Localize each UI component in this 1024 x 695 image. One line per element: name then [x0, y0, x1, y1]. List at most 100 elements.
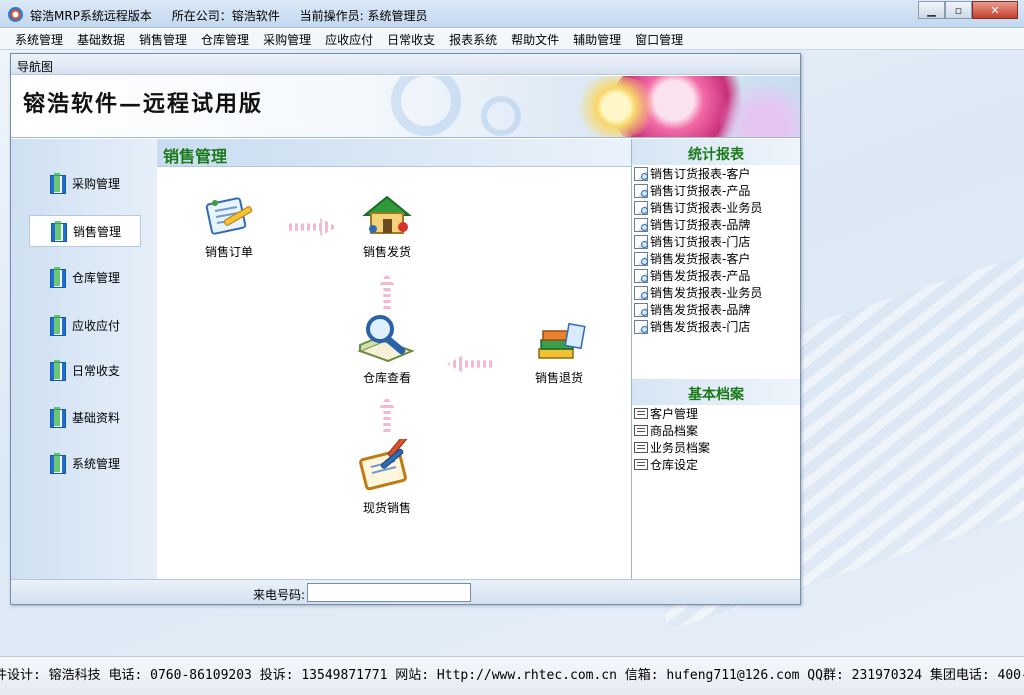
title-bar: 镕浩MRP系统远程版本 所在公司：镕浩软件 当前操作员: 系统管理员 ▁ ▫ ✕	[0, 0, 1024, 28]
flow-warehouse-view[interactable]: 仓库查看	[342, 311, 432, 386]
nav-item-basic-data[interactable]: 基础资料	[29, 401, 141, 433]
menu-window[interactable]: 窗口管理	[628, 31, 690, 48]
report-item-label: 销售发货报表-业务员	[650, 286, 763, 300]
house-delivery-icon	[362, 195, 412, 234]
report-search-icon	[634, 285, 648, 300]
module-icon	[50, 221, 67, 242]
nav-item-system[interactable]: 系统管理	[29, 447, 141, 479]
report-item-label: 销售发货报表-客户	[650, 252, 751, 266]
caller-id-label: 来电号码:	[253, 588, 306, 602]
flow-spot-sales[interactable]: 现货销售	[342, 439, 432, 516]
module-icon	[49, 267, 66, 288]
nav-item-warehouse[interactable]: 仓库管理	[29, 261, 141, 293]
nav-item-daily-finance[interactable]: 日常收支	[29, 354, 141, 386]
minimize-icon[interactable]: ▁	[918, 1, 945, 19]
menu-daily-finance[interactable]: 日常收支	[380, 31, 442, 48]
title-app-name: 镕浩MRP系统远程版本	[30, 9, 152, 23]
sales-flow-panel: 销售管理 销售订单 销售发货 仓库查看 销售退货 现货销售	[157, 139, 631, 579]
nav-item-receivable[interactable]: 应收应付	[29, 309, 141, 341]
menu-system[interactable]: 系统管理	[8, 31, 70, 48]
window-controls: ▁ ▫ ✕	[918, 1, 1018, 19]
comment-icon	[634, 442, 648, 453]
report-search-icon	[634, 217, 648, 232]
flow-sales-return[interactable]: 销售退货	[514, 321, 604, 386]
menu-reports[interactable]: 报表系统	[442, 31, 504, 48]
module-icon	[49, 453, 66, 474]
basic-item[interactable]: 客户管理	[634, 405, 800, 422]
report-item-label: 销售发货报表-门店	[650, 320, 751, 334]
status-marquee-text: 件设计: 镕浩科技 电话: 0760-86109203 投诉: 13549871…	[0, 668, 1024, 683]
navigation-window: 导航图 镕浩软件—远程试用版 采购管理 销售管理 仓库管理 应收应付 日常收支	[10, 53, 801, 605]
nav-item-label: 应收应付	[72, 318, 121, 333]
close-icon[interactable]: ✕	[972, 1, 1018, 19]
navigation-window-title: 导航图	[11, 54, 800, 75]
report-item-label: 销售发货报表-品牌	[650, 303, 751, 317]
report-item-label: 销售发货报表-产品	[650, 269, 751, 283]
basic-item[interactable]: 业务员档案	[634, 439, 800, 456]
basic-list: 客户管理 商品档案 业务员档案 仓库设定	[632, 405, 800, 473]
nav-item-purchase[interactable]: 采购管理	[29, 167, 141, 199]
report-search-icon	[634, 268, 648, 283]
menu-purchase[interactable]: 采购管理	[256, 31, 318, 48]
report-search-icon	[634, 302, 648, 317]
app-logo-icon	[8, 7, 23, 22]
maximize-icon[interactable]: ▫	[945, 1, 972, 19]
menu-sales[interactable]: 销售管理	[132, 31, 194, 48]
flow-label: 销售发货	[362, 245, 411, 259]
banner-flower-decoration	[571, 76, 661, 137]
nav-item-label: 销售管理	[73, 224, 122, 239]
menu-receivable-payable[interactable]: 应收应付	[318, 31, 380, 48]
right-panel: 统计报表 销售订货报表-客户 销售订货报表-产品 销售订货报表-业务员 销售订货…	[631, 139, 800, 579]
basic-item[interactable]: 仓库设定	[634, 456, 800, 473]
report-item[interactable]: 销售发货报表-产品	[634, 267, 800, 284]
menu-basic-data[interactable]: 基础数据	[70, 31, 132, 48]
flow-label: 销售订单	[204, 245, 253, 259]
report-search-icon	[634, 200, 648, 215]
report-item-label: 销售订货报表-品牌	[650, 218, 751, 232]
title-company: 所在公司：镕浩软件	[171, 9, 280, 23]
nav-item-label: 日常收支	[72, 363, 121, 378]
flow-label: 仓库查看	[362, 371, 411, 385]
flow-arrow-up	[378, 396, 396, 432]
basic-item-label: 仓库设定	[650, 458, 699, 472]
caller-id-bar: 来电号码:	[11, 579, 800, 604]
report-item[interactable]: 销售发货报表-门店	[634, 318, 800, 335]
flow-sales-delivery[interactable]: 销售发货	[342, 191, 432, 260]
report-item[interactable]: 销售订货报表-品牌	[634, 216, 800, 233]
flow-sales-order[interactable]: 销售订单	[184, 191, 274, 260]
books-return-icon	[538, 322, 586, 359]
report-item[interactable]: 销售发货报表-品牌	[634, 301, 800, 318]
report-item[interactable]: 销售发货报表-业务员	[634, 284, 800, 301]
nav-item-label: 系统管理	[72, 456, 121, 471]
report-list: 销售订货报表-客户 销售订货报表-产品 销售订货报表-业务员 销售订货报表-品牌…	[632, 165, 800, 335]
report-item[interactable]: 销售订货报表-门店	[634, 233, 800, 250]
report-item-label: 销售订货报表-业务员	[650, 201, 763, 215]
banner-ring-decoration	[391, 76, 461, 136]
report-search-icon	[634, 234, 648, 249]
menu-help[interactable]: 帮助文件	[504, 31, 566, 48]
basic-item-label: 商品档案	[650, 424, 699, 438]
report-item-label: 销售订货报表-产品	[650, 184, 751, 198]
report-search-icon	[634, 166, 648, 181]
caller-id-input[interactable]	[307, 583, 471, 602]
menu-warehouse[interactable]: 仓库管理	[194, 31, 256, 48]
flow-label: 现货销售	[362, 501, 411, 515]
nav-item-sales[interactable]: 销售管理	[29, 215, 141, 247]
menu-bar: 系统管理 基础数据 销售管理 仓库管理 采购管理 应收应付 日常收支 报表系统 …	[0, 29, 1024, 50]
comment-icon	[634, 459, 648, 470]
basic-item[interactable]: 商品档案	[634, 422, 800, 439]
magnifier-book-icon	[357, 315, 415, 363]
report-item[interactable]: 销售订货报表-产品	[634, 182, 800, 199]
banner-title: 镕浩软件—远程试用版	[23, 91, 264, 117]
flow-arrow-left	[447, 355, 495, 373]
status-bar: 件设计: 镕浩科技 电话: 0760-86109203 投诉: 13549871…	[0, 656, 1024, 695]
title-operator: 当前操作员: 系统管理员	[299, 9, 428, 23]
reports-section-title: 统计报表	[632, 139, 800, 165]
notepad-pencil-icon	[205, 197, 253, 235]
report-item[interactable]: 销售订货报表-客户	[634, 165, 800, 182]
report-item[interactable]: 销售发货报表-客户	[634, 250, 800, 267]
report-item[interactable]: 销售订货报表-业务员	[634, 199, 800, 216]
clipboard-pen-icon	[359, 439, 408, 491]
menu-auxiliary[interactable]: 辅助管理	[566, 31, 628, 48]
comment-icon	[634, 425, 648, 436]
